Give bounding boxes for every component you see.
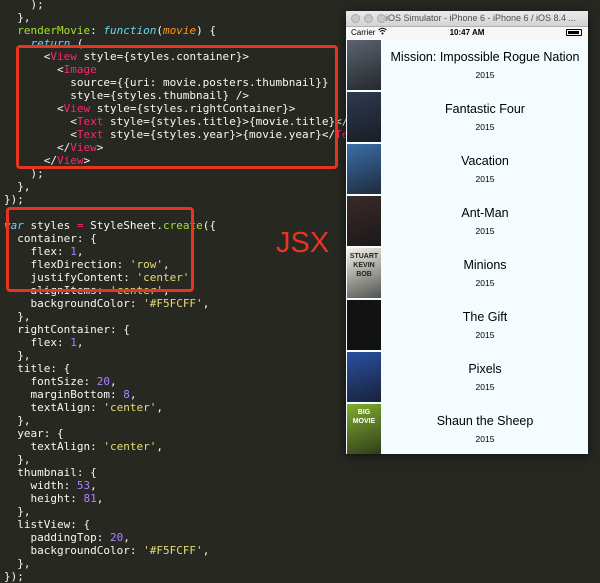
movie-row[interactable]: BIG MOVIE Shaun the Sheep 2015 xyxy=(346,403,588,454)
code-line: backgroundColor: '#F5FCFF', xyxy=(4,297,210,310)
code-line: ); xyxy=(4,0,44,11)
jsx-highlight-box xyxy=(16,45,338,169)
ios-simulator-window[interactable]: iOS Simulator - iPhone 6 - iPhone 6 / iO… xyxy=(346,11,588,454)
movie-year: 2015 xyxy=(475,174,495,184)
movie-poster-thumbnail xyxy=(347,144,381,194)
code-line: renderMovie: function(movie) { xyxy=(17,24,216,37)
code-line: }, xyxy=(4,11,31,24)
movie-row[interactable]: Pixels 2015 xyxy=(346,351,588,403)
code-line: textAlign: 'center', xyxy=(4,440,163,453)
code-line: }, xyxy=(4,349,31,362)
movie-year: 2015 xyxy=(475,382,495,392)
movie-title: Ant-Man xyxy=(461,206,509,220)
battery-icon xyxy=(566,29,582,36)
simulator-title: iOS Simulator - iPhone 6 - iPhone 6 / iO… xyxy=(385,13,577,23)
poster-caption: STUART KEVIN BOB xyxy=(349,253,379,278)
movie-poster-thumbnail: BIG MOVIE xyxy=(347,404,381,454)
code-line: thumbnail: { xyxy=(4,466,97,479)
code-line: height: 81, xyxy=(4,492,104,505)
movie-title: Mission: Impossible Rogue Nation xyxy=(390,50,580,64)
code-line: title: { xyxy=(4,362,71,375)
code-line: fontSize: 20, xyxy=(4,375,117,388)
movie-title: The Gift xyxy=(462,310,508,324)
minimize-window-button[interactable] xyxy=(364,14,373,23)
code-line: }, xyxy=(4,310,31,323)
movie-year: 2015 xyxy=(475,122,495,132)
movie-year: 2015 xyxy=(475,226,495,236)
code-line: marginBottom: 8, xyxy=(4,388,137,401)
code-line: }, xyxy=(4,180,31,193)
movie-year: 2015 xyxy=(475,278,495,288)
movie-row[interactable]: Ant-Man 2015 xyxy=(346,195,588,247)
container-style-highlight-box xyxy=(6,207,194,292)
close-window-button[interactable] xyxy=(351,14,360,23)
code-line: textAlign: 'center', xyxy=(4,401,163,414)
movie-title: Pixels xyxy=(468,362,502,376)
code-line: year: { xyxy=(4,427,64,440)
movie-poster-thumbnail xyxy=(347,352,381,402)
code-line: }); xyxy=(4,193,24,206)
code-line: }); xyxy=(4,570,24,583)
code-line: width: 53, xyxy=(4,479,97,492)
code-line: rightContainer: { xyxy=(4,323,130,336)
movie-poster-thumbnail: STUART KEVIN BOB xyxy=(347,248,381,298)
movie-title: Shaun the Sheep xyxy=(436,414,534,428)
movie-list-view[interactable]: Mission: Impossible Rogue Nation 2015 Fant… xyxy=(346,39,588,454)
poster-caption: BIG MOVIE xyxy=(352,409,376,425)
code-line: paddingTop: 20, xyxy=(4,531,130,544)
movie-title: Vacation xyxy=(461,154,509,168)
movie-poster-thumbnail xyxy=(347,300,381,350)
code-line: flex: 1, xyxy=(4,336,84,349)
movie-poster-thumbnail xyxy=(347,196,381,246)
jsx-annotation-label: JSX xyxy=(276,227,330,259)
movie-row[interactable]: STUART KEVIN BOB Minions 2015 xyxy=(346,247,588,299)
code-line: }, xyxy=(4,505,31,518)
movie-title: Minions xyxy=(463,258,507,272)
movie-row[interactable]: Vacation 2015 xyxy=(346,143,588,195)
movie-poster-thumbnail xyxy=(347,40,381,90)
movie-year: 2015 xyxy=(475,330,495,340)
movie-year: 2015 xyxy=(475,70,495,80)
code-line: }, xyxy=(4,414,31,427)
status-time: 10:47 AM xyxy=(449,28,485,37)
code-line: backgroundColor: '#F5FCFF', xyxy=(4,544,210,557)
code-line: }, xyxy=(4,453,31,466)
ios-status-bar: Carrier 10:47 AM xyxy=(346,27,588,39)
movie-poster-thumbnail xyxy=(347,92,381,142)
simulator-titlebar[interactable]: iOS Simulator - iPhone 6 - iPhone 6 / iO… xyxy=(346,11,588,27)
movie-year: 2015 xyxy=(475,434,495,444)
movie-row[interactable]: Mission: Impossible Rogue Nation 2015 xyxy=(346,39,588,91)
movie-title: Fantastic Four xyxy=(445,102,525,116)
movie-row[interactable]: Fantastic Four 2015 xyxy=(346,91,588,143)
code-line: }, xyxy=(4,557,31,570)
code-line: listView: { xyxy=(4,518,91,531)
movie-row[interactable]: The Gift 2015 xyxy=(346,299,588,351)
